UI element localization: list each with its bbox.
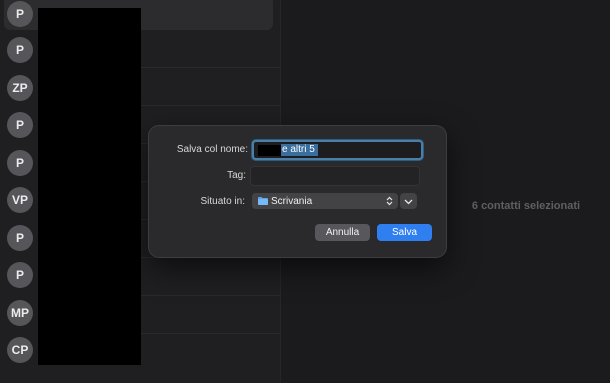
contact-avatar[interactable]: P [7,112,33,138]
tag-label: Tag: [227,170,246,181]
contact-avatar[interactable]: ZP [7,75,33,101]
expand-dialog-button[interactable] [400,193,417,209]
contact-avatar[interactable]: P [7,1,33,27]
location-select[interactable]: Scrivania [252,193,398,209]
contact-avatar[interactable]: P [7,262,33,288]
save-dialog: Salva col nome: e altri 5 Tag: Situato i… [148,125,447,258]
chevron-down-icon [404,192,413,210]
tag-field[interactable] [250,166,420,186]
save-as-name-value: e altri 5 [281,144,318,156]
contact-avatar[interactable]: MP [7,300,33,326]
save-button[interactable]: Salva [377,224,432,241]
location-value: Scrivania [271,195,313,207]
contact-avatar[interactable]: P [7,37,33,63]
contact-avatar[interactable]: VP [7,187,33,213]
save-as-name-field[interactable]: e altri 5 [252,140,423,160]
redacted-name [258,144,281,156]
contact-avatar[interactable]: P [7,225,33,251]
contact-avatar[interactable]: P [7,150,33,176]
cancel-button[interactable]: Annulla [315,224,370,241]
selection-count-text: 6 contatti selezionati [471,200,581,212]
save-as-label: Salva col nome: [176,144,248,155]
folder-icon [258,197,268,205]
redacted-names-block [38,8,141,365]
contact-avatar[interactable]: CP [7,337,33,363]
chevron-updown-icon [386,196,393,209]
location-label: Situato in: [200,196,245,207]
